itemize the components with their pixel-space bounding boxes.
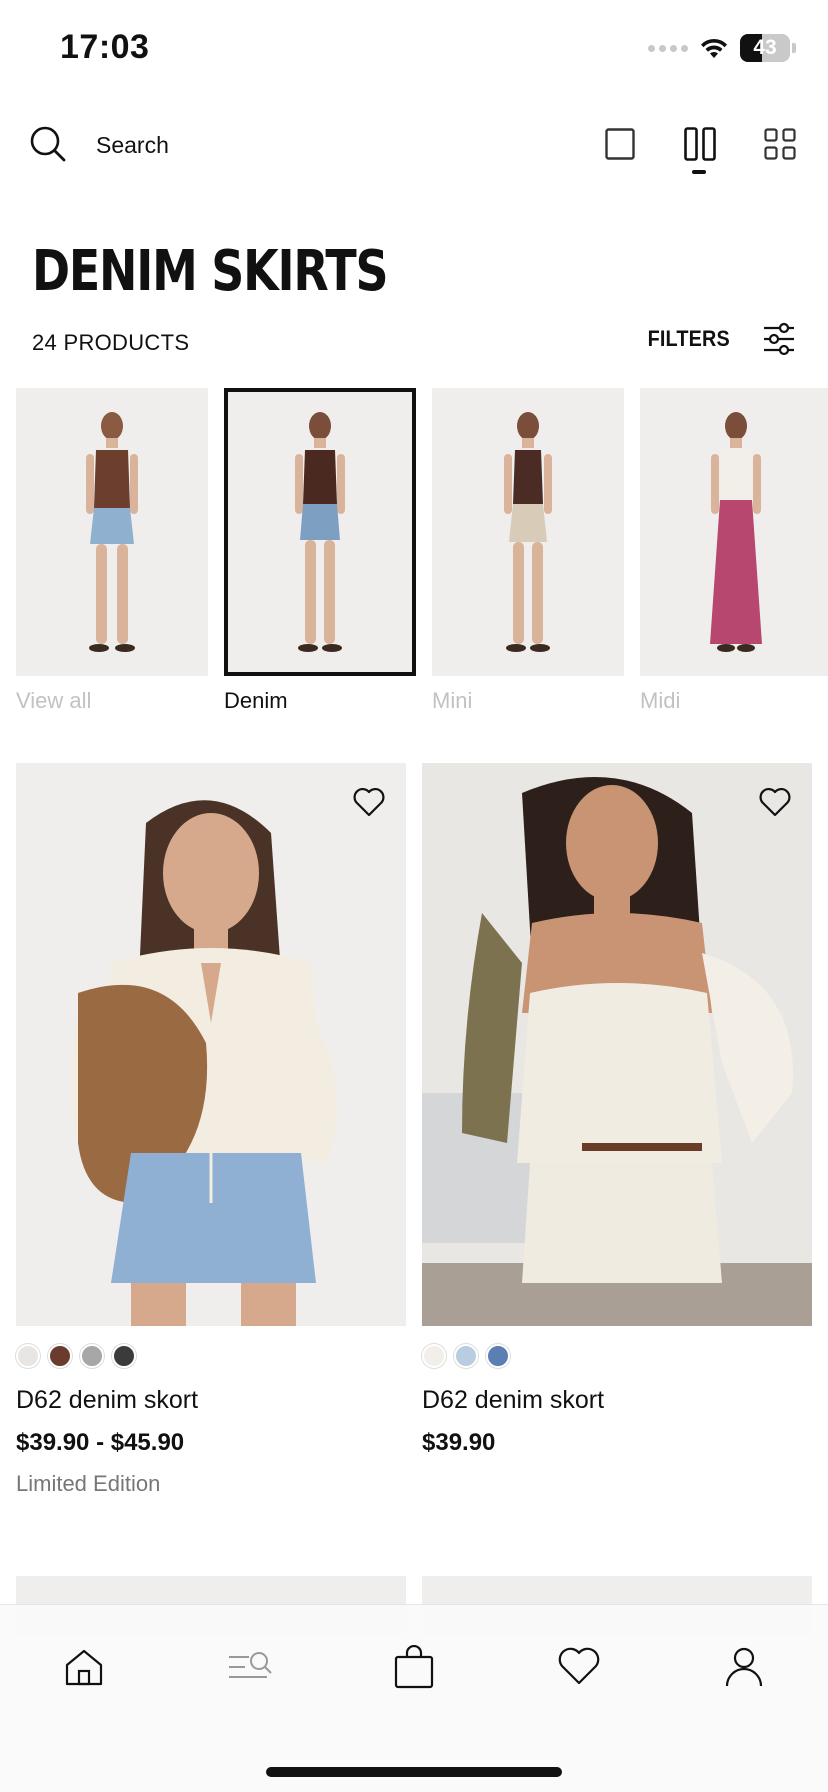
- wifi-icon: [701, 38, 727, 58]
- model-photo-image: [86, 412, 138, 652]
- grid-view-button[interactable]: [760, 124, 800, 164]
- category-midi[interactable]: Midi: [640, 388, 828, 714]
- heart-icon[interactable]: [352, 785, 386, 819]
- category-thumbnail[interactable]: [16, 388, 208, 676]
- nav-bag[interactable]: [390, 1643, 438, 1691]
- category-mini[interactable]: Mini: [432, 388, 624, 714]
- bottom-navigation: [0, 1604, 828, 1792]
- model-photo-image: [422, 777, 812, 1326]
- signal-icon: [648, 44, 688, 52]
- product-card[interactable]: D62 denim skort $39.90 - $45.90 Limited …: [16, 763, 406, 1497]
- nav-search-menu[interactable]: [226, 1643, 274, 1691]
- single-column-view-icon: [605, 128, 635, 160]
- home-indicator: [266, 1767, 562, 1777]
- model-photo-image: [710, 412, 762, 652]
- color-swatches[interactable]: [422, 1344, 812, 1368]
- search-bar[interactable]: Search: [0, 110, 828, 190]
- two-column-view-button[interactable]: [680, 124, 720, 164]
- category-label[interactable]: Midi: [640, 688, 828, 714]
- product-name[interactable]: D62 denim skort: [16, 1386, 406, 1415]
- category-thumbnail[interactable]: [432, 388, 624, 676]
- filters-button[interactable]: FILTERS: [643, 322, 796, 356]
- nav-account[interactable]: [720, 1643, 768, 1691]
- color-swatch[interactable]: [422, 1344, 446, 1368]
- product-count: 24 PRODUCTS: [32, 330, 190, 355]
- heart-icon[interactable]: [758, 785, 792, 819]
- product-card[interactable]: D62 denim skort $39.90: [422, 763, 812, 1457]
- category-carousel[interactable]: View all Denim Mini Midi: [16, 388, 828, 718]
- search-menu-icon[interactable]: [227, 1649, 273, 1685]
- category-view-all[interactable]: View all: [16, 388, 208, 714]
- sliders-icon[interactable]: [762, 322, 796, 356]
- model-photo-image: [504, 412, 552, 652]
- category-denim[interactable]: Denim: [224, 388, 416, 714]
- bag-icon[interactable]: [393, 1645, 435, 1689]
- home-icon[interactable]: [63, 1647, 105, 1687]
- battery-icon: 43: [740, 34, 790, 62]
- model-photo-image: [71, 800, 338, 1326]
- color-swatch[interactable]: [48, 1344, 72, 1368]
- category-label[interactable]: View all: [16, 688, 208, 714]
- category-label[interactable]: Denim: [224, 688, 416, 714]
- two-column-view-icon: [684, 127, 716, 161]
- single-column-view-button[interactable]: [600, 124, 640, 164]
- product-price: $39.90: [422, 1429, 496, 1456]
- heart-icon[interactable]: [557, 1647, 601, 1687]
- status-icons: 43: [648, 34, 796, 62]
- color-swatch[interactable]: [80, 1344, 104, 1368]
- page-title: DENIM SKIRTS: [32, 239, 389, 304]
- status-time: 17:03: [60, 28, 150, 66]
- search-label[interactable]: Search: [96, 132, 169, 159]
- product-image[interactable]: [422, 763, 812, 1326]
- product-image[interactable]: [16, 763, 406, 1326]
- account-icon[interactable]: [724, 1646, 764, 1688]
- search-icon[interactable]: [28, 124, 68, 164]
- view-selected-indicator: [692, 170, 706, 174]
- product-badge: Limited Edition: [16, 1471, 161, 1496]
- category-thumbnail[interactable]: [224, 388, 416, 676]
- filters-label[interactable]: FILTERS: [647, 326, 729, 352]
- product-name[interactable]: D62 denim skort: [422, 1386, 812, 1415]
- color-swatch[interactable]: [16, 1344, 40, 1368]
- color-swatch[interactable]: [454, 1344, 478, 1368]
- product-price: $39.90 - $45.90: [16, 1429, 185, 1456]
- color-swatch[interactable]: [112, 1344, 136, 1368]
- category-thumbnail[interactable]: [640, 388, 828, 676]
- nav-home[interactable]: [60, 1643, 108, 1691]
- color-swatch[interactable]: [486, 1344, 510, 1368]
- status-bar: 17:03 43: [0, 0, 828, 100]
- nav-wishlist[interactable]: [555, 1643, 603, 1691]
- model-photo-image: [295, 412, 345, 652]
- category-label[interactable]: Mini: [432, 688, 624, 714]
- grid-view-icon: [764, 128, 796, 160]
- battery-level: 43: [753, 36, 777, 59]
- color-swatches[interactable]: [16, 1344, 406, 1368]
